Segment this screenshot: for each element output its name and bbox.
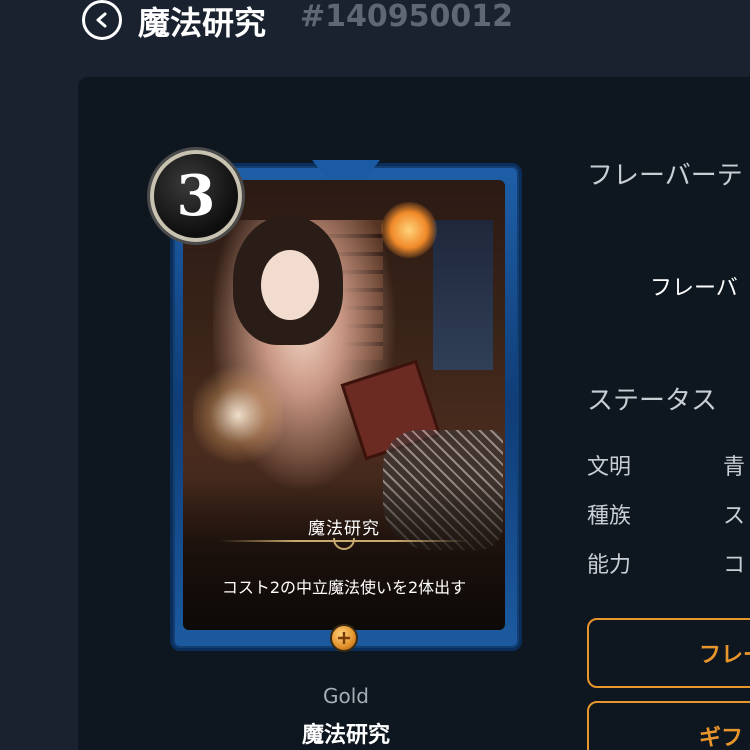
back-button[interactable] xyxy=(82,0,122,40)
chevron-left-icon xyxy=(96,12,107,28)
flavor-button[interactable]: フレー xyxy=(587,618,750,688)
card-name-overlay: 魔法研究 xyxy=(308,519,380,539)
rarity-label: Gold xyxy=(323,684,369,708)
cost-badge: 3 xyxy=(150,150,242,242)
art-glow xyxy=(193,360,283,470)
gift-button[interactable]: ギフト xyxy=(587,701,750,750)
stat-label-ability: 能力 xyxy=(587,553,632,578)
stat-value-ability: コ xyxy=(723,553,746,578)
stat-value-race: ス xyxy=(723,504,746,529)
status-heading: ステータス xyxy=(587,386,718,416)
page-title: 魔法研究 xyxy=(138,4,267,42)
art-window xyxy=(433,220,493,370)
cost-value: 3 xyxy=(176,163,216,229)
card-title: 魔法研究 xyxy=(301,723,390,748)
stat-value-civilization: 青 xyxy=(723,455,746,480)
art-text-shade xyxy=(183,480,505,630)
card-id-label: #140950012 xyxy=(300,0,514,34)
rarity-gem-icon xyxy=(330,624,358,652)
flavor-text: フレーバ xyxy=(650,276,738,301)
cross-icon xyxy=(338,632,350,644)
flavor-text-heading: フレーバーテ xyxy=(587,161,743,191)
art-face xyxy=(261,250,319,320)
card-ability-text: コスト2の中立魔法使いを2体出す xyxy=(221,578,467,597)
stat-label-race: 種族 xyxy=(587,504,632,529)
card-artwork[interactable] xyxy=(183,180,505,630)
stat-label-civilization: 文明 xyxy=(587,455,632,480)
header-bar: 魔法研究 #140950012 xyxy=(0,0,750,70)
